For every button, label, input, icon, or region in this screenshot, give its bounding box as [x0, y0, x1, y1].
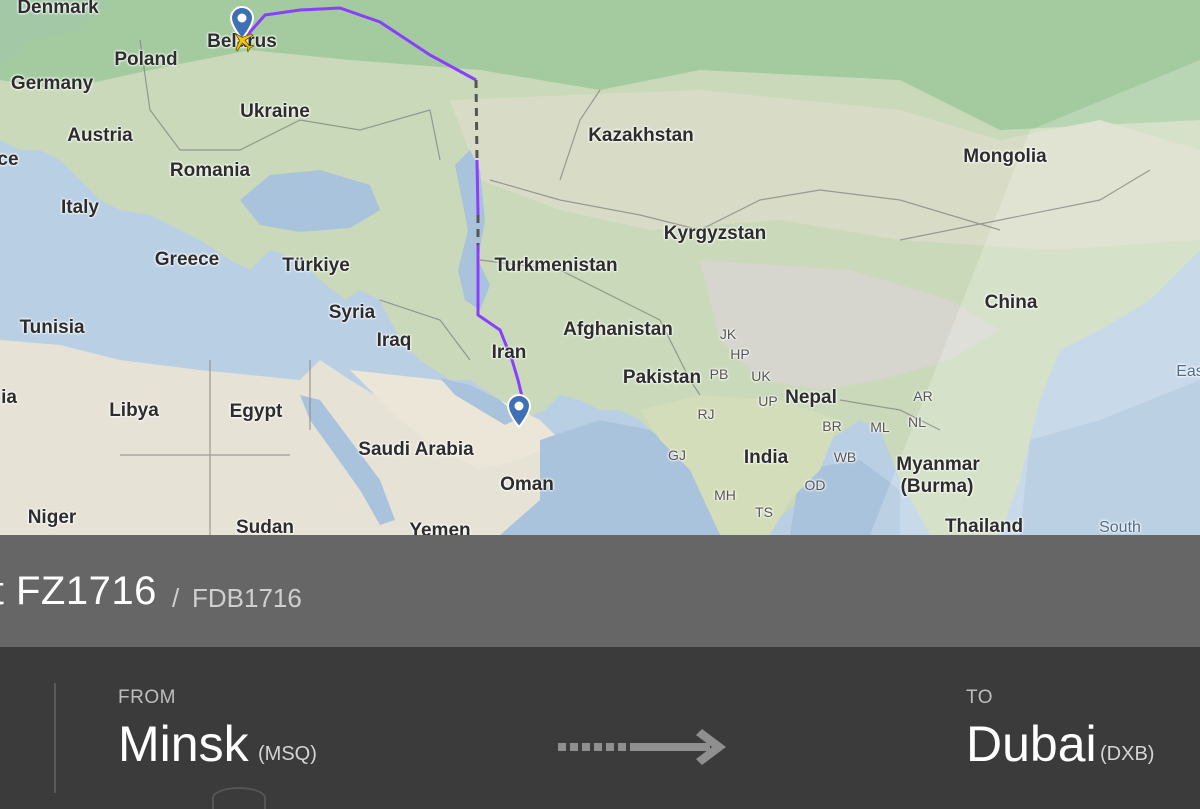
- region-label-hp: HP: [730, 346, 750, 362]
- country-label-saudi-arabia: Saudi Arabia: [358, 439, 474, 460]
- country-label-myanmar: Myanmar: [896, 454, 980, 475]
- region-label-ts: TS: [755, 504, 773, 520]
- destination-pin-icon[interactable]: [506, 394, 532, 428]
- country-label-kyrgyzstan: Kyrgyzstan: [663, 223, 767, 244]
- country-label-ukraine: Ukraine: [240, 101, 310, 122]
- region-label-wb: WB: [833, 449, 857, 465]
- destination-airport-code: (DXB): [1100, 743, 1155, 765]
- country-label-cut-left-1: ce: [0, 149, 19, 170]
- region-label-ml: ML: [870, 419, 890, 435]
- country-label-india: India: [743, 447, 789, 468]
- country-label-afghanistan: Afghanistan: [563, 319, 673, 340]
- region-label-br: BR: [822, 418, 842, 434]
- country-label-greece: Greece: [154, 249, 220, 270]
- from-caption: FROM: [118, 687, 176, 708]
- country-label-turkmenistan: Turkmenistan: [494, 255, 618, 276]
- route-arrow-icon: [558, 729, 726, 765]
- callsign-separator: /: [172, 583, 180, 613]
- region-label-jk: JK: [719, 326, 737, 342]
- country-label-italy: Italy: [60, 197, 100, 218]
- flight-title-bar: ht FZ1716 / FDB1716: [0, 535, 1200, 647]
- flight-callsign: FDB1716: [192, 583, 302, 613]
- country-label-kazakhstan: Kazakhstan: [588, 125, 694, 146]
- flight-map[interactable]: Denmark Poland Belarus Germany Ukraine A…: [0, 0, 1200, 535]
- flight-number: ht FZ1716: [0, 569, 157, 613]
- destination-city[interactable]: Dubai: [966, 715, 1097, 773]
- region-label-mh: MH: [714, 487, 736, 503]
- region-label-ar: AR: [913, 388, 933, 404]
- country-label-nepal: Nepal: [785, 387, 837, 408]
- region-label-rj: RJ: [697, 406, 715, 422]
- route-panel: FROM Minsk (MSQ) TO Dubai (DXB): [0, 647, 1200, 809]
- region-label-od: OD: [804, 477, 826, 493]
- region-label-up: UP: [758, 393, 778, 409]
- region-label-nl: NL: [908, 414, 926, 430]
- region-label-uk: UK: [751, 368, 771, 384]
- country-label-iran: Iran: [491, 342, 527, 363]
- country-label-denmark: Denmark: [17, 0, 99, 18]
- avatar: [212, 787, 266, 809]
- region-label-gj: GJ: [668, 447, 686, 463]
- country-label-pakistan: Pakistan: [622, 367, 702, 388]
- country-label-oman: Oman: [500, 474, 554, 495]
- country-label-burma: (Burma): [900, 476, 974, 497]
- ocean-label-south: South: [1099, 519, 1141, 535]
- country-label-thailand: Thailand: [944, 516, 1024, 535]
- country-label-sudan: Sudan: [235, 517, 295, 535]
- country-label-romania: Romania: [169, 160, 251, 181]
- origin-airport-code: (MSQ): [258, 743, 317, 765]
- country-label-germany: Germany: [10, 73, 94, 94]
- country-label-tunisia: Tunisia: [19, 317, 85, 338]
- country-label-yemen: Yemen: [409, 520, 471, 535]
- country-label-libya: Libya: [109, 400, 159, 421]
- country-label-poland: Poland: [114, 49, 178, 70]
- country-label-niger: Niger: [27, 507, 77, 528]
- country-label-china: China: [984, 292, 1038, 313]
- country-label-syria: Syria: [328, 302, 376, 323]
- country-label-mongolia: Mongolia: [963, 146, 1047, 167]
- ocean-label-east: Eas: [1176, 363, 1200, 380]
- country-label-cut-left-2: ia: [1, 387, 17, 408]
- country-label-egypt: Egypt: [229, 401, 283, 422]
- country-label-iraq: Iraq: [376, 330, 412, 351]
- airplane-icon[interactable]: [230, 28, 256, 54]
- origin-city[interactable]: Minsk: [118, 715, 249, 773]
- country-label-austria: Austria: [67, 125, 133, 146]
- region-label-pb: PB: [709, 366, 729, 382]
- panel-divider: [54, 683, 56, 793]
- to-caption: TO: [966, 687, 994, 708]
- country-label-turkiye: Türkiye: [282, 255, 350, 276]
